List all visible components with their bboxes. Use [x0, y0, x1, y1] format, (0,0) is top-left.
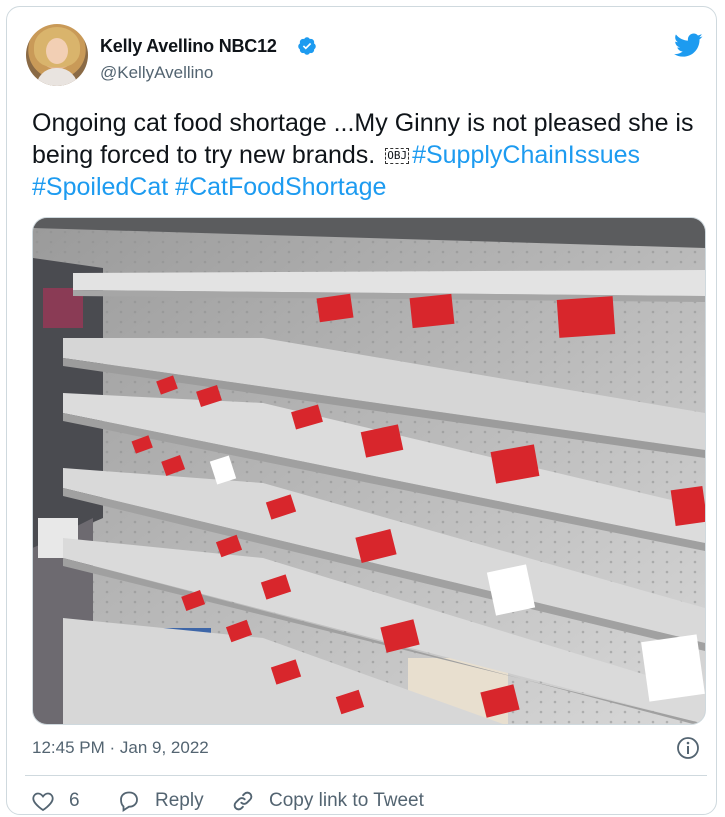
like-count: 6 — [69, 790, 80, 811]
author-handle[interactable]: @KellyAvellino — [100, 63, 213, 83]
verified-badge-icon — [298, 37, 316, 55]
twitter-bird-icon[interactable] — [674, 33, 703, 58]
heart-icon — [32, 792, 54, 812]
tweet-timestamp[interactable]: 12:45 PM · Jan 9, 2022 — [32, 738, 209, 758]
copy-link-button[interactable]: Copy link to Tweet — [231, 788, 424, 814]
divider — [25, 775, 707, 776]
reply-label: Reply — [155, 790, 204, 811]
empty-shelves-image — [33, 218, 705, 724]
reply-button[interactable]: Reply — [117, 788, 204, 814]
hashtag-catfoodshortage[interactable]: #CatFoodShortage — [175, 173, 386, 201]
copy-link-label: Copy link to Tweet — [269, 790, 424, 811]
link-icon — [233, 791, 253, 811]
hashtag-supplychainissues[interactable]: #SupplyChainIssues — [412, 141, 640, 169]
tweet-photo[interactable] — [32, 217, 706, 725]
tweet-text: Ongoing cat food shortage ...My Ginny is… — [32, 107, 702, 203]
reply-icon — [120, 791, 138, 812]
tweet-card: Kelly Avellino NBC12 @KellyAvellino Ongo… — [6, 6, 717, 815]
like-button[interactable]: 6 — [31, 788, 80, 814]
avatar[interactable] — [26, 24, 88, 86]
hashtag-spoiledcat[interactable]: #SpoiledCat — [32, 173, 168, 201]
object-placeholder-glyph: OBJ — [385, 148, 410, 165]
info-icon[interactable] — [676, 736, 700, 760]
author-display-name[interactable]: Kelly Avellino NBC12 — [100, 36, 277, 57]
